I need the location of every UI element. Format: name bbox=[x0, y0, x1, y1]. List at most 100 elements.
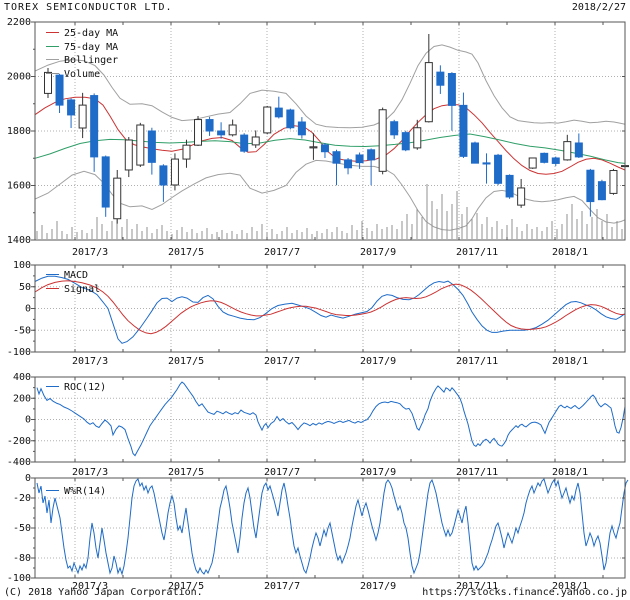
candle-up bbox=[310, 147, 317, 148]
x-axis-label: 2017/9 bbox=[360, 467, 396, 478]
x-axis-label: 2017/7 bbox=[264, 467, 300, 478]
candle-down bbox=[356, 155, 363, 163]
candle-up bbox=[414, 128, 421, 148]
y-axis-label: 2000 bbox=[7, 72, 31, 83]
y-axis-label: -50 bbox=[13, 523, 31, 534]
candle-up bbox=[252, 137, 259, 145]
series-line bbox=[37, 479, 628, 574]
candle-down bbox=[275, 108, 282, 117]
roc-line-icon bbox=[46, 386, 59, 387]
legend-item-ma75: 75-day MA bbox=[46, 41, 118, 55]
x-axis-label: 2017/9 bbox=[360, 581, 396, 592]
stock-chart-svg: 140016001800200022002017/32017/52017/720… bbox=[0, 0, 630, 600]
candle-down bbox=[321, 145, 328, 152]
candle-up bbox=[610, 171, 617, 194]
series-line bbox=[35, 281, 625, 334]
candle-up bbox=[564, 142, 571, 160]
candle-down bbox=[495, 155, 502, 183]
candle-down bbox=[460, 105, 467, 156]
candle-down bbox=[448, 74, 455, 106]
macd-line-icon bbox=[46, 274, 59, 275]
candle-up bbox=[425, 63, 432, 122]
candle-down bbox=[368, 150, 375, 160]
x-axis-label: 2017/11 bbox=[456, 356, 498, 367]
legend-item-wpr: W%R(14) bbox=[46, 485, 106, 499]
candle-up bbox=[229, 125, 236, 135]
candle-up bbox=[518, 188, 525, 205]
roc-panel-legend: ROC(12) bbox=[46, 381, 106, 395]
bollinger-line-icon bbox=[46, 59, 59, 60]
candle-down bbox=[287, 110, 294, 128]
candle-up bbox=[529, 158, 536, 168]
candle-down bbox=[541, 153, 548, 162]
y-axis-label: -200 bbox=[7, 436, 31, 447]
x-axis-label: 2017/9 bbox=[360, 356, 396, 367]
legend-label: MACD bbox=[64, 270, 88, 281]
x-axis-label: 2017/5 bbox=[168, 467, 204, 478]
series-line bbox=[37, 382, 625, 456]
candle-down bbox=[68, 100, 75, 115]
x-axis-label: 2017/7 bbox=[264, 356, 300, 367]
legend-item-signal: Signal bbox=[46, 283, 100, 297]
x-axis-label: 2017/5 bbox=[168, 247, 204, 258]
candle-up bbox=[171, 159, 178, 185]
candle-down bbox=[575, 143, 582, 157]
x-axis-label: 2017/3 bbox=[72, 467, 108, 478]
candle-down bbox=[206, 120, 213, 131]
x-axis-label: 2017/3 bbox=[72, 356, 108, 367]
candle-down bbox=[506, 175, 513, 197]
candle-down bbox=[587, 170, 594, 201]
candle-down bbox=[102, 157, 109, 207]
y-axis-label: 2200 bbox=[7, 17, 31, 28]
candle-up bbox=[114, 178, 121, 219]
candle-down bbox=[241, 135, 248, 151]
signal-line-icon bbox=[46, 288, 59, 289]
candle-down bbox=[345, 160, 352, 168]
legend-label: 25-day MA bbox=[64, 28, 118, 39]
candle-down bbox=[552, 158, 559, 163]
x-axis-label: 2018/1 bbox=[552, 356, 588, 367]
y-axis-label: -400 bbox=[7, 457, 31, 468]
legend-item-volume: Volume bbox=[46, 68, 118, 82]
y-axis-label: 1800 bbox=[7, 126, 31, 137]
x-axis-label: 2018/1 bbox=[552, 467, 588, 478]
y-axis-label: 400 bbox=[13, 372, 31, 383]
x-axis-label: 2017/7 bbox=[264, 247, 300, 258]
source-url: https://stocks.finance.yahoo.co.jp bbox=[422, 587, 627, 598]
y-axis-label: 0 bbox=[25, 415, 31, 426]
x-axis-label: 2017/9 bbox=[360, 247, 396, 258]
ma25-line-icon bbox=[46, 32, 59, 33]
y-axis-label: 50 bbox=[19, 282, 31, 293]
legend-label: Signal bbox=[64, 284, 100, 295]
candle-up bbox=[79, 105, 86, 128]
y-axis-label: 0 bbox=[25, 473, 31, 484]
legend-label: ROC(12) bbox=[64, 382, 106, 393]
candle-down bbox=[402, 133, 409, 150]
series-line bbox=[35, 160, 625, 230]
y-axis-label: -50 bbox=[13, 325, 31, 336]
legend-item-ma25: 25-day MA bbox=[46, 27, 118, 41]
legend-item-bollinger: Bollinger bbox=[46, 54, 118, 68]
chart-date: 2018/2/27 bbox=[572, 2, 626, 13]
legend-label: W%R(14) bbox=[64, 486, 106, 497]
candle-up bbox=[195, 120, 202, 146]
candle-down bbox=[437, 72, 444, 85]
legend-label: Bollinger bbox=[64, 55, 118, 66]
copyright-text: (C) 2018 Yahoo Japan Corporation. bbox=[4, 587, 203, 598]
legend-item-roc: ROC(12) bbox=[46, 381, 106, 395]
candle-down bbox=[160, 166, 167, 185]
x-axis-label: 2017/5 bbox=[168, 356, 204, 367]
candle-down bbox=[91, 96, 98, 157]
candle-down bbox=[333, 152, 340, 163]
wpr-line-icon bbox=[46, 490, 59, 491]
ma75-line-icon bbox=[46, 46, 59, 47]
x-axis-label: 2017/11 bbox=[456, 247, 498, 258]
chart-page: 140016001800200022002017/32017/52017/720… bbox=[0, 0, 630, 600]
candle-up bbox=[137, 125, 144, 165]
legend-label: 75-day MA bbox=[64, 42, 118, 53]
legend-label: Volume bbox=[64, 69, 100, 80]
x-axis-label: 2018/1 bbox=[552, 247, 588, 258]
x-axis-label: 2017/7 bbox=[264, 581, 300, 592]
candle-up bbox=[379, 110, 386, 172]
y-axis-label: 100 bbox=[13, 260, 31, 271]
